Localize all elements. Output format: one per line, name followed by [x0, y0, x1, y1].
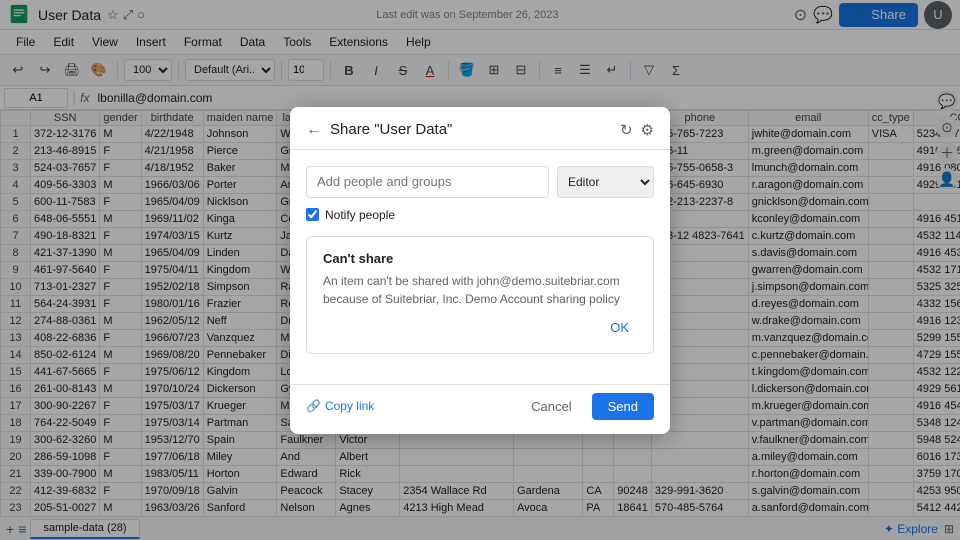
cant-share-ok-row: OK [323, 316, 637, 339]
share-input-row: Editor Viewer Commenter [306, 166, 654, 198]
dialog-refresh-icon[interactable]: ↻ [620, 121, 633, 139]
copy-link-button[interactable]: 🔗 Copy link [306, 399, 374, 413]
copy-link-label: Copy link [325, 399, 374, 413]
role-select[interactable]: Editor Viewer Commenter [557, 166, 654, 198]
link-icon: 🔗 [306, 399, 321, 413]
notify-label: Notify people [325, 208, 395, 222]
cant-share-box: Can't share An item can't be shared with… [306, 236, 654, 354]
dialog-settings-icon[interactable]: ⚙ [641, 121, 654, 139]
dialog-header: ← Share "User Data" ↻ ⚙ [290, 107, 670, 150]
cant-share-text: An item can't be shared with john@demo.s… [323, 272, 637, 308]
footer-right: Cancel Send [519, 393, 654, 420]
overlay: ← Share "User Data" ↻ ⚙ Editor Viewer Co… [0, 0, 960, 540]
notify-row: Notify people [306, 208, 654, 222]
share-dialog: ← Share "User Data" ↻ ⚙ Editor Viewer Co… [290, 107, 670, 434]
notify-checkbox[interactable] [306, 208, 319, 221]
cancel-button[interactable]: Cancel [519, 393, 583, 420]
send-button[interactable]: Send [592, 393, 654, 420]
dialog-title: Share "User Data" [330, 121, 620, 138]
dialog-header-icons: ↻ ⚙ [620, 121, 654, 139]
cant-share-ok-button[interactable]: OK [602, 316, 637, 339]
share-people-input[interactable] [306, 166, 549, 198]
cant-share-title: Can't share [323, 251, 637, 266]
dialog-back-button[interactable]: ← [306, 121, 322, 139]
dialog-body: Editor Viewer Commenter Notify people Ca… [290, 150, 670, 384]
dialog-footer: 🔗 Copy link Cancel Send [290, 384, 670, 434]
